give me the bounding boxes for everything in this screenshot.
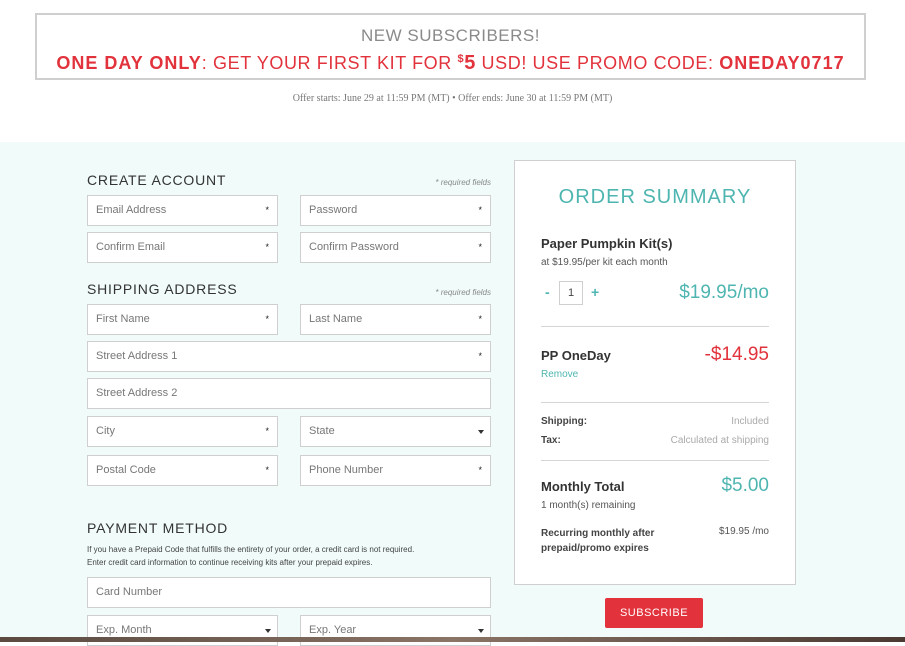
postal-code-placeholder: Postal Code <box>96 464 156 476</box>
product-rate: at $19.95/per kit each month <box>541 257 668 268</box>
recurring-note-line-2: prepaid/promo expires <box>541 543 649 554</box>
promo-one-day: ONE DAY ONLY <box>56 53 202 73</box>
required-marker: * <box>478 242 482 252</box>
confirm-password-field[interactable]: Confirm Password * <box>300 232 491 263</box>
street-address-1-placeholder: Street Address 1 <box>96 350 178 362</box>
email-field[interactable]: Email Address * <box>87 195 278 226</box>
confirm-password-placeholder: Confirm Password <box>309 241 399 253</box>
confirm-email-field[interactable]: Confirm Email * <box>87 232 278 263</box>
required-marker: * <box>478 205 482 215</box>
password-field[interactable]: Password * <box>300 195 491 226</box>
street-address-1-field[interactable]: Street Address 1 * <box>87 341 491 372</box>
tax-value: Calculated at shipping <box>670 435 769 446</box>
exp-month-placeholder: Exp. Month <box>96 624 152 636</box>
phone-number-field[interactable]: Phone Number * <box>300 455 491 486</box>
required-marker: * <box>478 351 482 361</box>
state-select[interactable]: State <box>300 416 491 447</box>
shipping-value: Included <box>731 416 769 427</box>
payment-note-line-1: If you have a Prepaid Code that fulfills… <box>87 545 415 554</box>
confirm-email-placeholder: Confirm Email <box>96 241 166 253</box>
promo-name: PP OneDay <box>541 348 611 363</box>
create-account-title: CREATE ACCOUNT <box>87 172 227 188</box>
promo-text-mid: : GET YOUR FIRST KIT FOR <box>201 53 458 73</box>
chevron-down-icon <box>478 430 484 434</box>
promo-remove-link[interactable]: Remove <box>541 369 578 380</box>
promo-banner: NEW SUBSCRIBERS! ONE DAY ONLY: GET YOUR … <box>35 13 866 80</box>
offer-dates: Offer starts: June 29 at 11:59 PM (MT) •… <box>292 93 613 104</box>
email-placeholder: Email Address <box>96 204 167 216</box>
chevron-down-icon <box>478 629 484 633</box>
tax-label: Tax: <box>541 435 561 446</box>
promo-discount: -$14.95 <box>704 344 769 365</box>
quantity-decrement-button[interactable]: - <box>545 284 550 300</box>
last-name-field[interactable]: Last Name * <box>300 304 491 335</box>
order-summary-title: ORDER SUMMARY <box>558 186 752 208</box>
order-summary-panel: ORDER SUMMARY Paper Pumpkin Kit(s) at $1… <box>514 160 796 585</box>
monthly-total-value: $5.00 <box>721 475 769 496</box>
recurring-note-line-1: Recurring monthly after <box>541 528 655 539</box>
summary-divider <box>541 402 769 403</box>
card-number-field[interactable]: Card Number <box>87 577 491 608</box>
city-field[interactable]: City * <box>87 416 278 447</box>
street-address-2-placeholder: Street Address 2 <box>96 387 178 399</box>
postal-code-field[interactable]: Postal Code * <box>87 455 278 486</box>
subscribe-button[interactable]: SUBSCRIBE <box>605 598 703 628</box>
quantity-increment-button[interactable]: + <box>591 284 599 300</box>
first-name-placeholder: First Name <box>96 313 150 325</box>
required-fields-note: * required fields <box>435 178 491 187</box>
exp-year-placeholder: Exp. Year <box>309 624 357 636</box>
city-placeholder: City <box>96 425 115 437</box>
summary-divider <box>541 460 769 461</box>
street-address-2-field[interactable]: Street Address 2 <box>87 378 491 409</box>
promo-line: ONE DAY ONLY: GET YOUR FIRST KIT FOR $5 … <box>37 52 864 75</box>
summary-divider <box>541 326 769 327</box>
required-marker: * <box>265 205 269 215</box>
promo-code: ONEDAY0717 <box>719 53 845 73</box>
months-remaining: 1 month(s) remaining <box>541 500 636 511</box>
payment-note: If you have a Prepaid Code that fulfills… <box>87 543 497 569</box>
promo-price: 5 <box>464 52 476 74</box>
payment-method-title: PAYMENT METHOD <box>87 520 229 536</box>
first-name-field[interactable]: First Name * <box>87 304 278 335</box>
shipping-label: Shipping: <box>541 416 588 427</box>
checkout-main: CREATE ACCOUNT * required fields Email A… <box>0 142 905 646</box>
required-marker: * <box>478 465 482 475</box>
required-marker: * <box>265 465 269 475</box>
promo-text-after: USD! USE PROMO CODE: <box>475 53 720 73</box>
quantity-input[interactable]: 1 <box>559 281 583 305</box>
product-price: $19.95/mo <box>679 282 769 303</box>
last-name-placeholder: Last Name <box>309 313 363 325</box>
promo-heading: NEW SUBSCRIBERS! <box>361 26 540 45</box>
card-number-placeholder: Card Number <box>96 586 163 598</box>
shipping-address-title: SHIPPING ADDRESS <box>87 281 238 297</box>
taskbar-strip <box>0 637 905 642</box>
monthly-total-label: Monthly Total <box>541 479 625 494</box>
required-marker: * <box>265 426 269 436</box>
required-marker: * <box>265 314 269 324</box>
chevron-down-icon <box>265 629 271 633</box>
state-placeholder: State <box>309 425 335 437</box>
phone-number-placeholder: Phone Number <box>309 464 383 476</box>
required-fields-note: * required fields <box>435 288 491 297</box>
required-marker: * <box>478 314 482 324</box>
recurring-value: $19.95 /mo <box>718 526 769 537</box>
product-name: Paper Pumpkin Kit(s) <box>541 236 673 251</box>
recurring-note: Recurring monthly after prepaid/promo ex… <box>541 526 654 556</box>
password-placeholder: Password <box>309 204 358 216</box>
payment-note-line-2: Enter credit card information to continu… <box>87 558 373 567</box>
required-marker: * <box>265 242 269 252</box>
